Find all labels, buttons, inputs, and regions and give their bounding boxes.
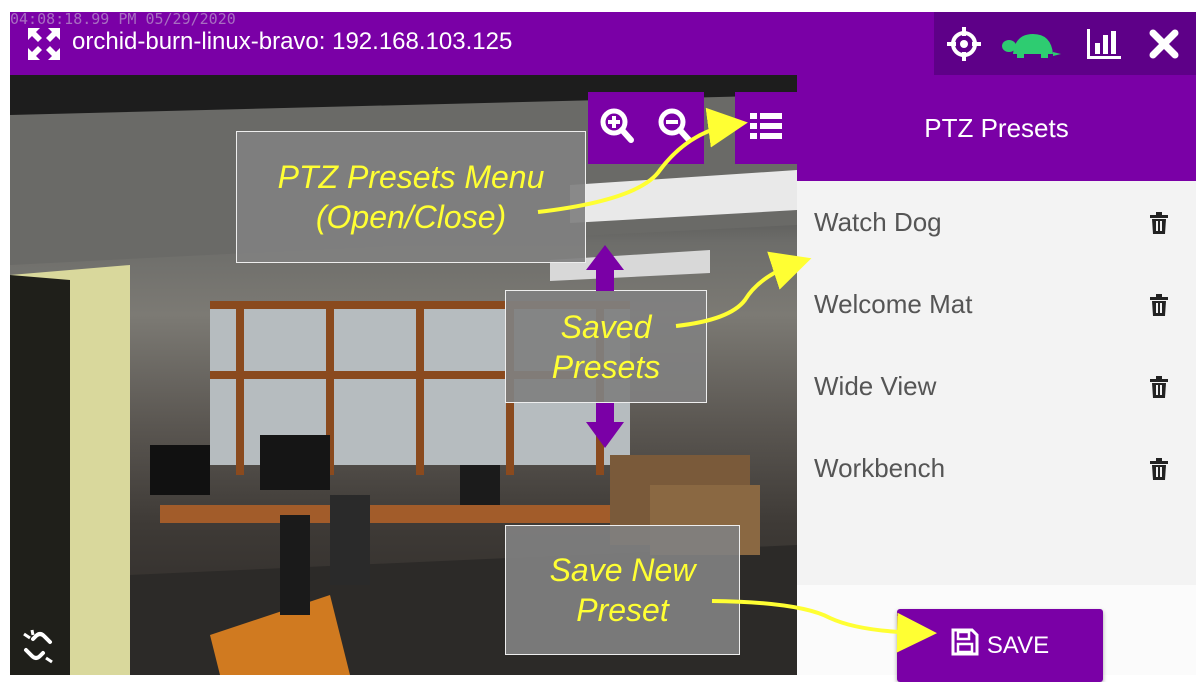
camera-window: 04:08:18.99 PM 05/29/2020 orchid-burn-li… <box>0 0 1196 682</box>
annotation-arrows <box>537 107 937 653</box>
